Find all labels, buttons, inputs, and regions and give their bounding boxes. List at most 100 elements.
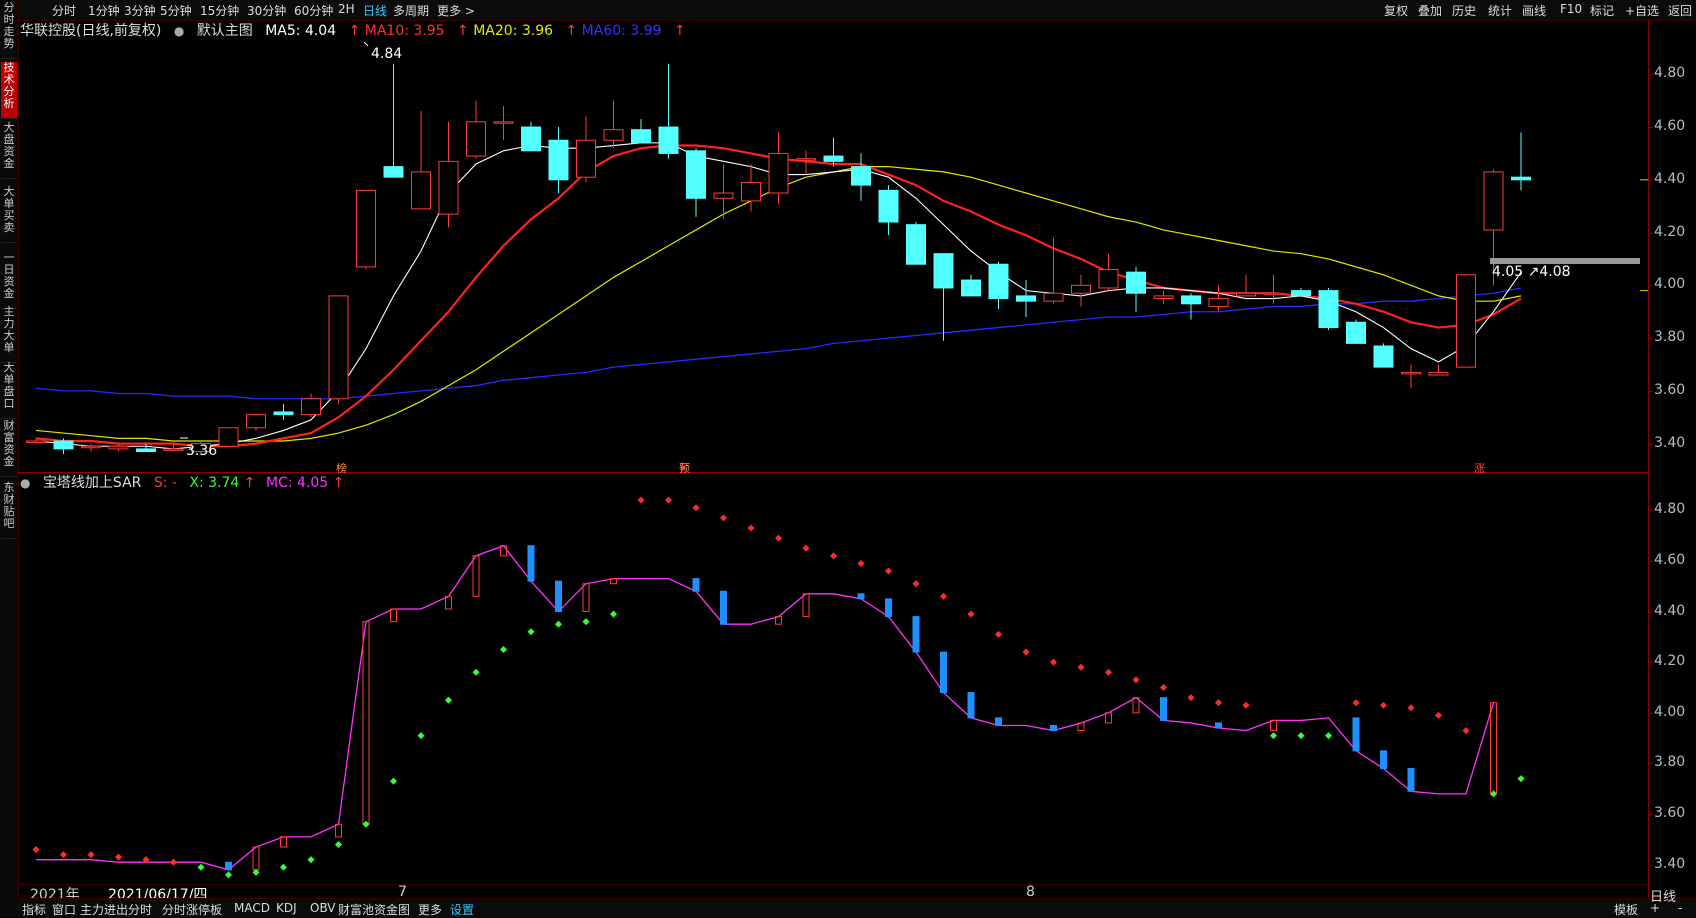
left-tab-3[interactable]: 大 单 买 卖 — [1, 186, 17, 243]
candle-body — [603, 129, 624, 141]
toolbar-item-2[interactable]: 历史 — [1452, 2, 1476, 19]
bottom-tab-5[interactable]: KDJ — [276, 901, 297, 915]
period-tab-6[interactable]: 60分钟 — [294, 2, 333, 19]
indicator-x-value: X: 3.74 — [189, 475, 240, 491]
candle-body — [658, 126, 679, 154]
period-tab-5[interactable]: 30分钟 — [247, 2, 286, 19]
price-tick-mark-7 — [1648, 74, 1653, 76]
toolbar-item-5[interactable]: F10 — [1560, 2, 1582, 16]
left-tab-2[interactable]: 大 盘 资 金 — [1, 122, 17, 179]
period-label[interactable]: 日线 — [1650, 886, 1676, 905]
marker-zhang[interactable]: 涨 — [1474, 460, 1485, 476]
candle-body — [1098, 269, 1119, 289]
bottom-tab-6[interactable]: OBV — [310, 901, 336, 915]
sar-dot — [912, 580, 920, 588]
bottom-tab-0[interactable]: 指标 — [22, 901, 46, 918]
indicator-name[interactable]: 宝塔线加上SAR — [43, 475, 141, 491]
candlestick-chart[interactable] — [18, 40, 1648, 470]
tower-up-block — [1105, 712, 1112, 724]
price-tick-mark-2 — [1648, 338, 1653, 340]
period-tab-1[interactable]: 1分钟 — [88, 2, 120, 19]
bottom-tab-7[interactable]: 财富池资金图 — [338, 901, 410, 918]
candle-body — [1208, 298, 1229, 307]
left-tab-1[interactable]: 技 术 分 析 — [1, 62, 17, 119]
sar-dot — [527, 628, 535, 636]
period-tab-10[interactable]: 更多 > — [437, 2, 475, 19]
left-tab-strip: 分 时 走 势技 术 分 析大 盘 资 金大 单 买 卖一 日 资 金主 力 大… — [0, 0, 19, 917]
stock-title[interactable]: 华联控股(日线,前复权) — [20, 23, 161, 39]
sar-dot — [1022, 648, 1030, 656]
ind-tick-3: 4.00 — [1654, 703, 1686, 720]
candle-body — [1401, 371, 1421, 375]
bottom-tab-2[interactable]: 主力进出分时 — [80, 901, 152, 918]
bottom-toolbar: 指标 窗口 主力进出分时 分时涨停板 MACD KDJ OBV 财富池资金图 更多 设置 模板 + - — [18, 898, 1696, 918]
toolbar-item-4[interactable]: 画线 — [1522, 2, 1546, 19]
candle-body — [576, 139, 596, 178]
toolbar-item-6[interactable]: 标记 — [1590, 2, 1614, 19]
bottom-tab-9[interactable]: 设置 — [450, 901, 474, 918]
period-tab-7[interactable]: 2H — [338, 2, 355, 16]
period-tab-0[interactable]: 分时 — [52, 2, 76, 19]
tower-down-block — [1160, 697, 1167, 721]
candle-body — [933, 253, 954, 289]
marker-bang[interactable]: 榜 — [336, 460, 347, 476]
sar-dot — [1407, 704, 1415, 712]
bottom-tab-3[interactable]: 分时涨停板 — [162, 901, 222, 918]
ma20-label: MA20: 3.96 — [473, 23, 554, 39]
marker-yu[interactable]: 预 — [679, 460, 690, 476]
tower-up-block — [390, 608, 397, 623]
toolbar-item-8[interactable]: 返回 — [1668, 2, 1692, 19]
bottom-tab-1[interactable]: 窗口 — [52, 901, 76, 918]
toolbar-item-1[interactable]: 叠加 — [1418, 2, 1442, 19]
bottom-tab-4[interactable]: MACD — [234, 901, 270, 915]
price-tick-mark-3 — [1648, 285, 1653, 287]
ind-tick-2: 3.80 — [1654, 754, 1686, 771]
toolbar-item-0[interactable]: 复权 — [1384, 2, 1408, 19]
sar-dot — [114, 853, 123, 861]
settings-dot-icon[interactable]: ● — [174, 24, 184, 38]
ind-tick-6: 4.60 — [1654, 551, 1686, 568]
chart-name[interactable]: 默认主图 — [197, 23, 253, 39]
period-tab-9[interactable]: 多周期 — [393, 2, 429, 19]
bottom-right-2[interactable]: - — [1678, 901, 1682, 915]
bottom-tab-8[interactable]: 更多 — [418, 901, 442, 918]
left-tab-0[interactable]: 分 时 走 势 — [1, 2, 17, 59]
sar-dot — [1517, 775, 1525, 783]
ind-tick-mark-6 — [1648, 560, 1653, 562]
candle-body — [906, 224, 926, 265]
indicator-settings-dot-icon[interactable]: ● — [20, 476, 30, 490]
candle-body — [1346, 321, 1366, 344]
candle-body — [383, 166, 404, 178]
candle-body — [1043, 292, 1064, 302]
left-tab-6[interactable]: 大 单 盘 口 — [1, 362, 17, 419]
ma60-label: MA60: 3.99 — [581, 23, 662, 39]
period-tab-4[interactable]: 15分钟 — [200, 2, 239, 19]
sar-dot — [554, 620, 563, 628]
ind-tick-mark-7 — [1648, 510, 1653, 512]
period-tab-2[interactable]: 3分钟 — [124, 2, 156, 19]
tower-up-block — [802, 593, 810, 618]
sar-dot — [1297, 732, 1305, 740]
period-tab-3[interactable]: 5分钟 — [160, 2, 192, 19]
toolbar-item-3[interactable]: 统计 — [1488, 2, 1512, 19]
price-tick-1: 3.60 — [1654, 381, 1686, 398]
candle-body — [1236, 292, 1256, 297]
ind-tick-mark-3 — [1648, 712, 1653, 714]
candle-body — [1456, 274, 1476, 368]
left-tab-5[interactable]: 主 力 大 单 — [1, 306, 17, 363]
crosshair-value: 4.05 ↗4.08 — [1492, 264, 1571, 280]
bottom-right-0[interactable]: 模板 — [1614, 901, 1638, 918]
left-tab-7[interactable]: 财 富 资 金 — [1, 420, 17, 477]
toolbar-item-7[interactable]: +自选 — [1625, 2, 1659, 19]
sar-dot — [1132, 676, 1140, 684]
left-tab-8[interactable]: 东 财 贴 吧 — [1, 482, 17, 539]
sar-indicator-chart[interactable] — [18, 490, 1648, 885]
price-tick-mark-6 — [1648, 127, 1653, 129]
ind-tick-mark-4 — [1648, 662, 1653, 664]
tower-up-block — [280, 836, 287, 848]
tower-up-block — [362, 621, 370, 825]
sar-dot — [362, 820, 370, 828]
sar-dot — [59, 851, 68, 859]
period-tab-8[interactable]: 日线 — [363, 2, 387, 19]
left-tab-4[interactable]: 一 日 资 金 — [1, 252, 17, 309]
